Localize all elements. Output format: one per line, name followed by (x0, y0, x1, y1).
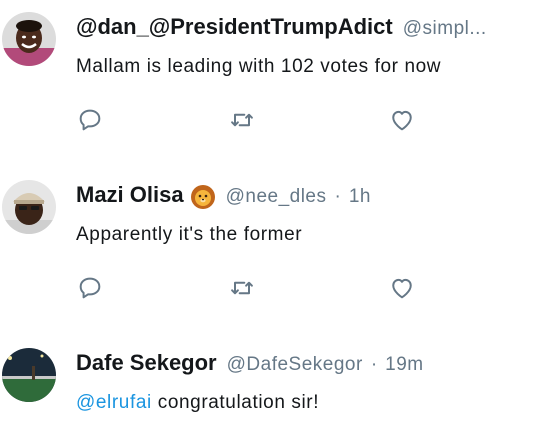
like-icon[interactable] (388, 106, 416, 134)
tweet-header: Mazi Olisa @nee_dles · 1h (76, 182, 540, 212)
tweet-text: @elrufai congratulation sir! (76, 392, 538, 414)
tweet-header: Dafe Sekegor @DafeSekegor · 19m (76, 350, 540, 380)
display-name[interactable]: Mazi Olisa (76, 182, 184, 208)
retweet-icon[interactable] (228, 106, 256, 134)
display-name[interactable]: @dan_@PresidentTrumpAdict (76, 14, 393, 40)
display-name[interactable]: Dafe Sekegor (76, 350, 217, 376)
tweet-feed: @dan_@PresidentTrumpAdict @simpl... Mall… (0, 0, 544, 430)
mention-link[interactable]: @elrufai (76, 392, 152, 413)
reply-icon[interactable] (76, 106, 104, 134)
separator: · (370, 354, 378, 375)
avatar-man-field-photo (2, 348, 56, 402)
user-handle[interactable]: @simpl... (403, 18, 487, 40)
tweet-actions (76, 106, 436, 134)
avatar[interactable] (2, 180, 56, 234)
like-icon[interactable] (388, 274, 416, 302)
avatar[interactable] (2, 12, 56, 66)
avatar-smiling-boy-photo (2, 12, 56, 66)
tweet-text: Mallam is leading with 102 votes for now (76, 56, 442, 77)
tweet-actions (76, 274, 436, 302)
tweet-text-body: congratulation sir! (151, 392, 320, 413)
avatar-man-cap-photo (2, 180, 56, 234)
retweet-icon[interactable] (228, 274, 256, 302)
tweet-text: Apparently it's the former (76, 224, 303, 245)
tweet-header: @dan_@PresidentTrumpAdict @simpl... (76, 14, 540, 44)
timestamp[interactable]: 1h (349, 186, 371, 208)
user-handle[interactable]: @DafeSekegor (227, 354, 363, 376)
separator: · (334, 186, 341, 207)
lion-face-emoji (190, 184, 216, 210)
user-handle[interactable]: @nee_dles (226, 186, 327, 208)
avatar[interactable] (2, 348, 56, 402)
timestamp[interactable]: 19m (385, 354, 423, 376)
reply-icon[interactable] (76, 274, 104, 302)
